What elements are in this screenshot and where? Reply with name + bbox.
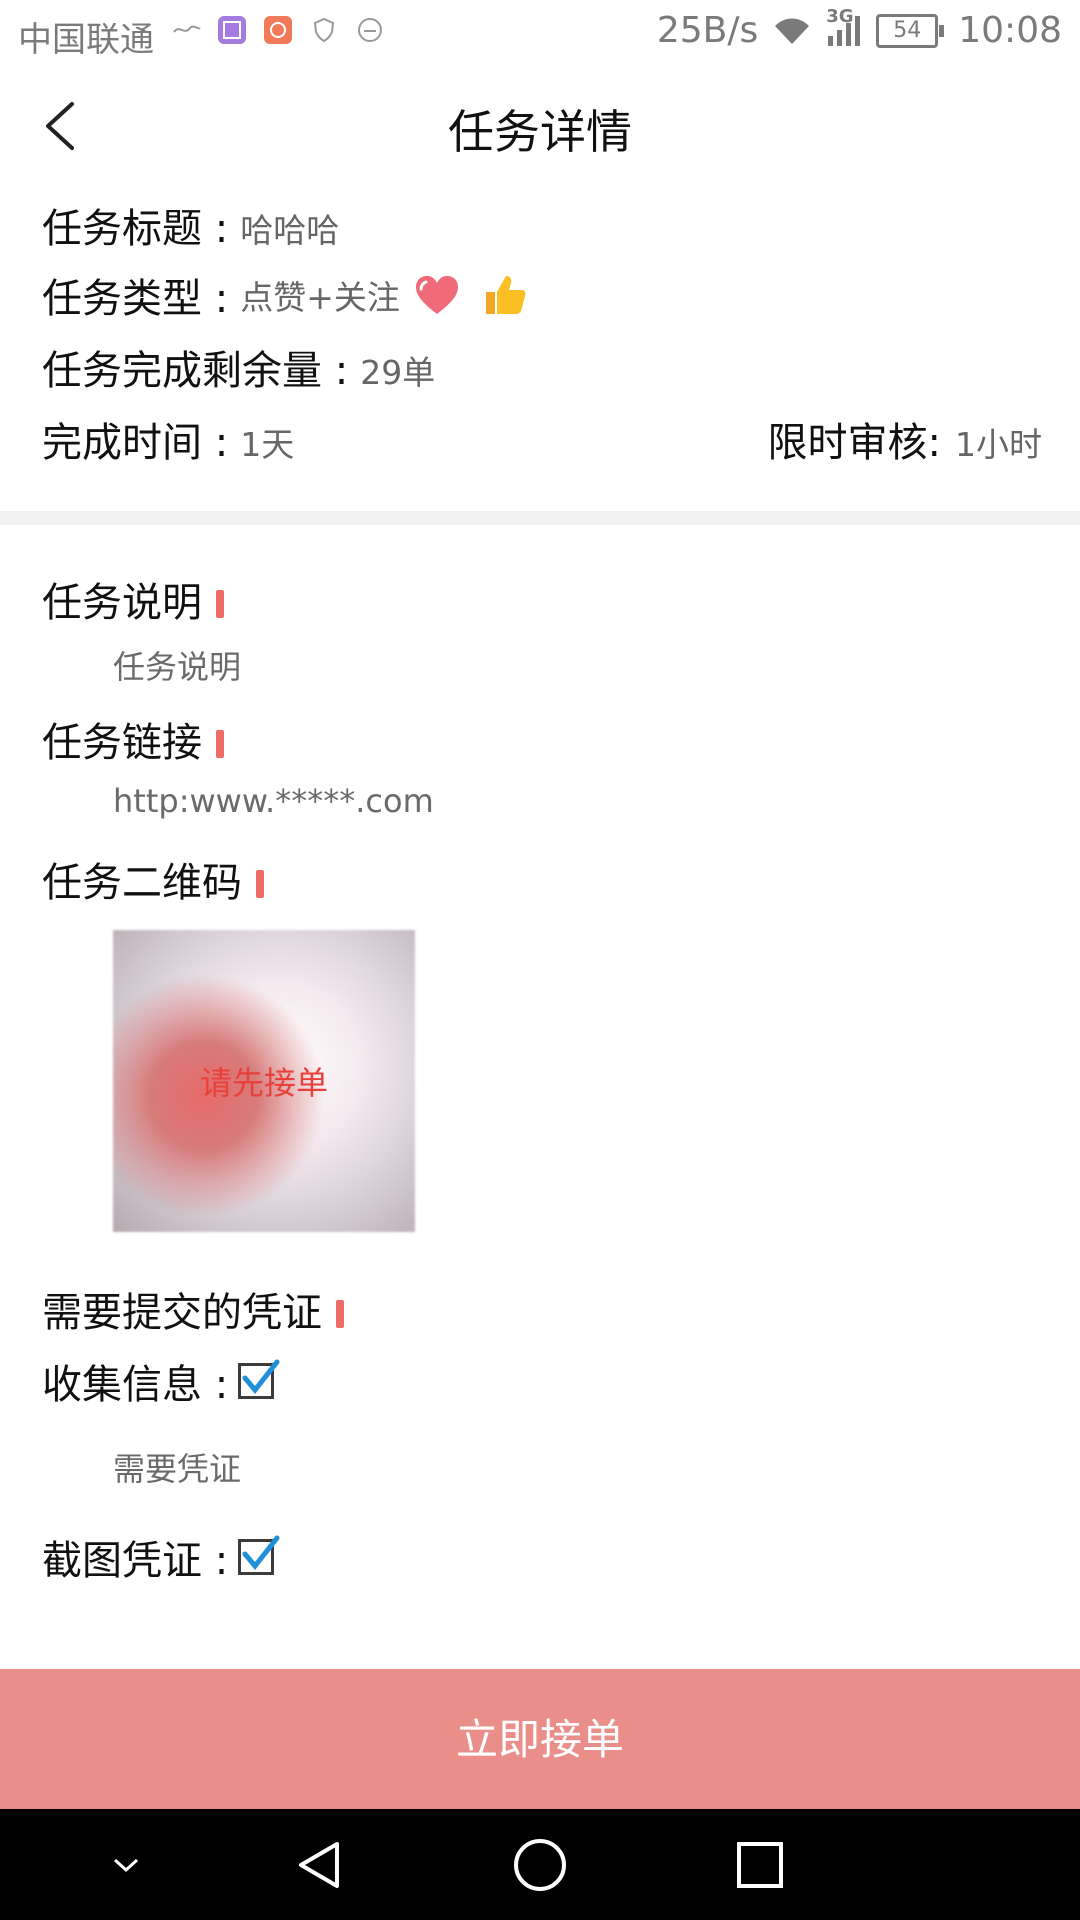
screenshot-proof-checkbox[interactable] [238, 1535, 280, 1575]
network-speed: 25B/s [656, 10, 759, 51]
nav-collapse-button[interactable] [66, 1809, 186, 1920]
task-type-row: 任务类型 : 点赞+关注 [42, 266, 528, 324]
accept-task-button[interactable]: 立即接单 [0, 1669, 1080, 1809]
collect-info-checkbox[interactable] [238, 1359, 280, 1399]
navigation-bar [0, 1809, 1080, 1920]
red-marker [336, 1300, 344, 1328]
heart-icon [415, 276, 458, 314]
task-type-value: 点赞+关注 [240, 278, 400, 317]
remaining-row: 任务完成剩余量 : 29单 [42, 338, 435, 396]
checkmark-icon [242, 1535, 280, 1570]
review-time-value: 1小时 [955, 425, 1042, 464]
completion-time-row: 完成时间 : 1天 [42, 410, 294, 468]
review-time-label: 限时审核: [767, 420, 941, 466]
task-title-row: 任务标题 : 哈哈哈 [42, 196, 339, 254]
proof-title: 需要提交的凭证 [42, 1280, 344, 1338]
clock: 10:08 [958, 10, 1062, 51]
description-title-text: 任务说明 [42, 580, 202, 626]
nav-recents-button[interactable] [700, 1809, 820, 1920]
tool-app-icon [264, 16, 292, 44]
screenshot-proof-row: 截图凭证 : [42, 1528, 280, 1586]
network-type: 3G [826, 5, 854, 27]
link-title-text: 任务链接 [42, 720, 202, 766]
back-triangle-icon [299, 1841, 339, 1888]
nav-home-button[interactable] [480, 1809, 600, 1920]
status-right: 25B/s 3G 54 10:08 [656, 6, 1062, 52]
nav-back-button[interactable] [260, 1809, 380, 1920]
red-marker [256, 870, 264, 898]
battery-icon: 54 [876, 13, 945, 48]
description-body: 任务说明 [113, 648, 242, 686]
task-link[interactable]: http:www.*****.com [113, 782, 434, 820]
face-icon [358, 18, 382, 42]
wifi-icon [775, 18, 810, 44]
status-bar: 中国联通 25B/s 3G 54 10:08 [0, 0, 1080, 66]
link-icon [173, 25, 201, 33]
home-circle-icon [514, 1838, 566, 1891]
qr-title-text: 任务二维码 [42, 860, 242, 906]
remaining-label: 任务完成剩余量 : [42, 348, 349, 394]
description-title: 任务说明 [42, 570, 224, 628]
link-title: 任务链接 [42, 710, 224, 768]
section-divider [0, 511, 1080, 525]
checkmark-icon [242, 1359, 280, 1394]
remaining-value: 29单 [360, 353, 436, 392]
collect-info-note: 需要凭证 [113, 1450, 242, 1488]
gallery-app-icon [218, 16, 246, 44]
notification-icons [170, 14, 386, 46]
shield-icon [313, 17, 335, 43]
review-time-row: 限时审核: 1小时 [768, 410, 1042, 468]
task-title-value: 哈哈哈 [240, 211, 340, 250]
task-title-label: 任务标题 : [42, 206, 229, 252]
thumbs-up-icon [485, 276, 526, 314]
collect-info-row: 收集信息 : [42, 1352, 280, 1410]
red-marker [216, 590, 224, 618]
cell-signal: 3G [826, 6, 862, 48]
completion-time-label: 完成时间 : [42, 420, 229, 466]
qr-overlay-text: 请先接单 [199, 1064, 328, 1102]
carrier-label: 中国联通 [18, 20, 154, 60]
task-type-label: 任务类型 : [42, 276, 229, 322]
recents-square-icon [737, 1841, 783, 1888]
page-title: 任务详情 [448, 105, 632, 159]
collect-info-label: 收集信息 : [42, 1362, 229, 1408]
red-marker [216, 730, 224, 758]
title-bar: 任务详情 [0, 66, 1080, 186]
qr-title: 任务二维码 [42, 850, 264, 908]
chevron-down-icon [113, 1858, 139, 1872]
completion-time-value: 1天 [240, 425, 295, 464]
proof-title-text: 需要提交的凭证 [42, 1290, 322, 1336]
screenshot-proof-label: 截图凭证 : [42, 1538, 229, 1584]
